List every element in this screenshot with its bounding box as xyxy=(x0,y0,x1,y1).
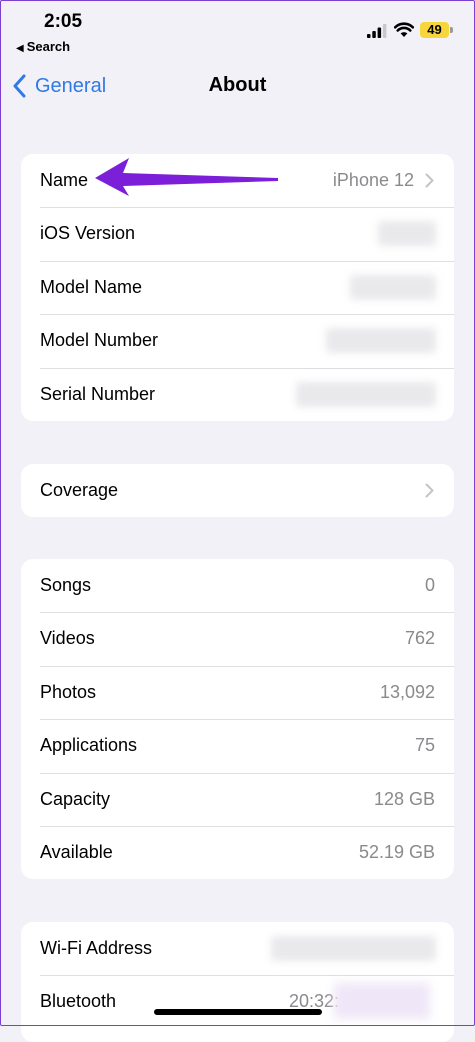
row-label: Photos xyxy=(40,681,97,702)
row-label: Capacity xyxy=(40,788,111,809)
row-value: 20:32: xyxy=(288,991,339,1012)
row-label: Applications xyxy=(40,735,138,756)
redacted-value xyxy=(326,328,436,354)
status-bar: 2:05 ◀ Search 49 xyxy=(0,0,475,60)
annotation-arrow-icon xyxy=(95,158,278,196)
redacted-value xyxy=(296,381,436,407)
back-app-label: Search xyxy=(26,39,71,54)
row-label: Songs xyxy=(40,575,92,595)
redacted-value xyxy=(334,983,430,1019)
status-time: 2:05 xyxy=(44,11,83,32)
row-value: 75 xyxy=(414,735,435,756)
row-label: Name xyxy=(40,170,89,190)
row-label: Serial Number xyxy=(40,383,156,404)
back-to-app-link[interactable]: ◀ Search xyxy=(16,39,70,54)
coverage-row[interactable]: Coverage xyxy=(21,464,454,517)
cellular-signal-icon xyxy=(367,24,387,38)
chevron-right-icon xyxy=(425,483,434,498)
battery-icon: 49 xyxy=(420,22,449,38)
row-value: 13,092 xyxy=(379,681,435,702)
row-value: 0 xyxy=(424,575,435,595)
photos-row: Photos 13,092 xyxy=(21,665,454,719)
model-number-row: Model Number xyxy=(21,314,454,367)
row-label: Videos xyxy=(40,628,95,649)
row-label: Available xyxy=(40,841,113,862)
capacity-row: Capacity 128 GB xyxy=(21,772,454,826)
row-label: iOS Version xyxy=(40,223,136,244)
redacted-value xyxy=(350,274,436,300)
page-title: About xyxy=(208,74,267,96)
row-value: 128 GB xyxy=(373,788,435,809)
row-value: 762 xyxy=(404,628,435,649)
model-name-row: Model Name xyxy=(21,260,454,314)
row-label: Coverage xyxy=(40,480,119,500)
videos-row: Videos 762 xyxy=(21,612,454,665)
chevron-right-icon xyxy=(425,173,434,188)
row-label: Model Name xyxy=(40,276,143,297)
serial-number-row: Serial Number xyxy=(21,367,454,421)
row-value: iPhone 12 xyxy=(332,170,414,190)
redacted-value xyxy=(271,936,436,961)
battery-tip xyxy=(450,27,453,33)
wifi-icon xyxy=(394,22,414,37)
songs-row: Songs 0 xyxy=(21,559,454,612)
media-stats-group: Songs 0 Videos 762 Photos 13,092 Applica… xyxy=(21,559,454,880)
network-group: Wi-Fi Address Bluetooth 20:32: xyxy=(21,922,454,1042)
row-label: Bluetooth xyxy=(40,991,117,1012)
back-triangle-icon: ◀ xyxy=(16,43,24,54)
redacted-value xyxy=(378,221,436,247)
coverage-group: Coverage xyxy=(21,464,454,518)
applications-row: Applications 75 xyxy=(21,719,454,772)
home-indicator[interactable] xyxy=(154,1009,322,1015)
ios-version-row: iOS Version xyxy=(21,207,454,260)
row-label: Wi-Fi Address xyxy=(40,938,153,958)
available-row: Available 52.19 GB xyxy=(21,825,454,879)
row-label: Model Number xyxy=(40,330,159,351)
navigation-bar: General About xyxy=(0,60,475,110)
wifi-address-row: Wi-Fi Address xyxy=(21,922,454,975)
row-value: 52.19 GB xyxy=(358,841,435,862)
